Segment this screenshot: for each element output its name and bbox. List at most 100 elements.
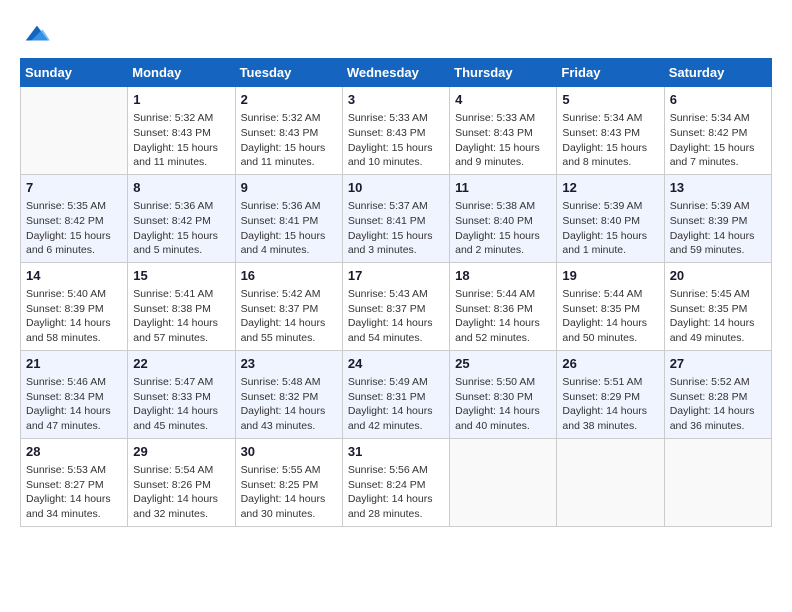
- calendar-cell: 28Sunrise: 5:53 AM Sunset: 8:27 PM Dayli…: [21, 438, 128, 526]
- calendar-cell: 17 Sunrise: 5:43 AM Sunset: 8:37 PM Dayli…: [342, 262, 449, 350]
- calendar-header-row: SundayMondayTuesdayWednesdayThursdayFrid…: [21, 59, 772, 87]
- day-number: 12: [562, 179, 658, 197]
- calendar-cell: 8 Sunrise: 5:36 AM Sunset: 8:42 PM Daylig…: [128, 174, 235, 262]
- calendar-week-row: 7 Sunrise: 5:35 AM Sunset: 8:42 PM Daylig…: [21, 174, 772, 262]
- calendar-week-row: 14 Sunrise: 5:40 AM Sunset: 8:39 PM Dayli…: [21, 262, 772, 350]
- day-info: Sunrise: 5:45 AM Sunset: 8:35 PM Dayligh…: [670, 287, 766, 346]
- logo: [20, 20, 50, 48]
- day-info: Sunrise: 5:52 AM Sunset: 8:28 PM Dayligh…: [670, 375, 766, 434]
- calendar-cell: 13 Sunrise: 5:39 AM Sunset: 8:39 PM Dayli…: [664, 174, 771, 262]
- calendar-cell: 9Sunrise: 5:36 AM Sunset: 8:41 PM Daylig…: [235, 174, 342, 262]
- day-number: 20: [670, 267, 766, 285]
- day-of-week-header: Sunday: [21, 59, 128, 87]
- day-info: Sunrise: 5:49 AM Sunset: 8:31 PM Dayligh…: [348, 375, 444, 434]
- day-number: 10: [348, 179, 444, 197]
- day-info: Sunrise: 5:34 AM Sunset: 8:43 PM Dayligh…: [562, 111, 658, 170]
- calendar-cell: 12 Sunrise: 5:39 AM Sunset: 8:40 PM Dayli…: [557, 174, 664, 262]
- day-info: Sunrise: 5:56 AM Sunset: 8:24 PM Dayligh…: [348, 463, 444, 522]
- calendar-cell: 30 Sunrise: 5:55 AM Sunset: 8:25 PM Dayli…: [235, 438, 342, 526]
- day-of-week-header: Saturday: [664, 59, 771, 87]
- day-number: 26: [562, 355, 658, 373]
- day-number: 22: [133, 355, 229, 373]
- day-number: 5: [562, 91, 658, 109]
- day-number: 19: [562, 267, 658, 285]
- day-number: 16: [241, 267, 337, 285]
- day-info: Sunrise: 5:42 AM Sunset: 8:37 PM Dayligh…: [241, 287, 337, 346]
- calendar-cell: 3 Sunrise: 5:33 AM Sunset: 8:43 PM Daylig…: [342, 87, 449, 175]
- day-info: Sunrise: 5:36 AM Sunset: 8:42 PM Dayligh…: [133, 199, 229, 258]
- calendar-week-row: 21 Sunrise: 5:46 AM Sunset: 8:34 PM Dayli…: [21, 350, 772, 438]
- day-of-week-header: Friday: [557, 59, 664, 87]
- calendar-cell: 25 Sunrise: 5:50 AM Sunset: 8:30 PM Dayli…: [450, 350, 557, 438]
- day-info: Sunrise: 5:51 AM Sunset: 8:29 PM Dayligh…: [562, 375, 658, 434]
- day-info: Sunrise: 5:50 AM Sunset: 8:30 PM Dayligh…: [455, 375, 551, 434]
- day-number: 25: [455, 355, 551, 373]
- day-info: Sunrise: 5:35 AM Sunset: 8:42 PM Dayligh…: [26, 199, 122, 258]
- day-number: 1: [133, 91, 229, 109]
- day-number: 9: [241, 179, 337, 197]
- calendar-week-row: 1 Sunrise: 5:32 AM Sunset: 8:43 PM Daylig…: [21, 87, 772, 175]
- day-number: 3: [348, 91, 444, 109]
- day-number: 7: [26, 179, 122, 197]
- day-number: 24: [348, 355, 444, 373]
- calendar-cell: 14 Sunrise: 5:40 AM Sunset: 8:39 PM Dayli…: [21, 262, 128, 350]
- day-info: Sunrise: 5:43 AM Sunset: 8:37 PM Dayligh…: [348, 287, 444, 346]
- day-info: Sunrise: 5:44 AM Sunset: 8:35 PM Dayligh…: [562, 287, 658, 346]
- calendar-cell: 21 Sunrise: 5:46 AM Sunset: 8:34 PM Dayli…: [21, 350, 128, 438]
- logo-icon: [22, 20, 50, 48]
- calendar-cell: 4 Sunrise: 5:33 AM Sunset: 8:43 PM Daylig…: [450, 87, 557, 175]
- day-info: Sunrise: 5:39 AM Sunset: 8:39 PM Dayligh…: [670, 199, 766, 258]
- day-number: 21: [26, 355, 122, 373]
- day-info: Sunrise: 5:48 AM Sunset: 8:32 PM Dayligh…: [241, 375, 337, 434]
- calendar-cell: 7 Sunrise: 5:35 AM Sunset: 8:42 PM Daylig…: [21, 174, 128, 262]
- day-number: 30: [241, 443, 337, 461]
- calendar-cell: 2 Sunrise: 5:32 AM Sunset: 8:43 PM Daylig…: [235, 87, 342, 175]
- day-info: Sunrise: 5:46 AM Sunset: 8:34 PM Dayligh…: [26, 375, 122, 434]
- day-number: 13: [670, 179, 766, 197]
- calendar-cell: [21, 87, 128, 175]
- day-of-week-header: Thursday: [450, 59, 557, 87]
- calendar-cell: [450, 438, 557, 526]
- day-of-week-header: Wednesday: [342, 59, 449, 87]
- calendar-cell: 11 Sunrise: 5:38 AM Sunset: 8:40 PM Dayli…: [450, 174, 557, 262]
- day-info: Sunrise: 5:34 AM Sunset: 8:42 PM Dayligh…: [670, 111, 766, 170]
- day-number: 23: [241, 355, 337, 373]
- day-number: 6: [670, 91, 766, 109]
- calendar-cell: 31 Sunrise: 5:56 AM Sunset: 8:24 PM Dayli…: [342, 438, 449, 526]
- calendar-cell: 20 Sunrise: 5:45 AM Sunset: 8:35 PM Dayli…: [664, 262, 771, 350]
- calendar-cell: 26 Sunrise: 5:51 AM Sunset: 8:29 PM Dayli…: [557, 350, 664, 438]
- calendar-cell: 15 Sunrise: 5:41 AM Sunset: 8:38 PM Dayli…: [128, 262, 235, 350]
- day-number: 31: [348, 443, 444, 461]
- day-number: 15: [133, 267, 229, 285]
- day-info: Sunrise: 5:47 AM Sunset: 8:33 PM Dayligh…: [133, 375, 229, 434]
- day-number: 17: [348, 267, 444, 285]
- calendar-cell: [664, 438, 771, 526]
- calendar-cell: 5 Sunrise: 5:34 AM Sunset: 8:43 PM Daylig…: [557, 87, 664, 175]
- day-info: Sunrise: 5:38 AM Sunset: 8:40 PM Dayligh…: [455, 199, 551, 258]
- calendar-cell: 24 Sunrise: 5:49 AM Sunset: 8:31 PM Dayli…: [342, 350, 449, 438]
- day-number: 2: [241, 91, 337, 109]
- day-number: 4: [455, 91, 551, 109]
- day-of-week-header: Monday: [128, 59, 235, 87]
- day-info: Sunrise: 5:32 AM Sunset: 8:43 PM Dayligh…: [133, 111, 229, 170]
- day-number: 29: [133, 443, 229, 461]
- day-info: Sunrise: 5:32 AM Sunset: 8:43 PM Dayligh…: [241, 111, 337, 170]
- calendar-cell: 16 Sunrise: 5:42 AM Sunset: 8:37 PM Dayli…: [235, 262, 342, 350]
- day-info: Sunrise: 5:37 AM Sunset: 8:41 PM Dayligh…: [348, 199, 444, 258]
- day-info: Sunrise: 5:41 AM Sunset: 8:38 PM Dayligh…: [133, 287, 229, 346]
- day-info: Sunrise: 5:33 AM Sunset: 8:43 PM Dayligh…: [348, 111, 444, 170]
- day-info: Sunrise: 5:39 AM Sunset: 8:40 PM Dayligh…: [562, 199, 658, 258]
- calendar-cell: 18Sunrise: 5:44 AM Sunset: 8:36 PM Dayli…: [450, 262, 557, 350]
- day-info: Sunrise: 5:54 AM Sunset: 8:26 PM Dayligh…: [133, 463, 229, 522]
- day-info: Sunrise: 5:40 AM Sunset: 8:39 PM Dayligh…: [26, 287, 122, 346]
- day-of-week-header: Tuesday: [235, 59, 342, 87]
- day-number: 11: [455, 179, 551, 197]
- day-info: Sunrise: 5:55 AM Sunset: 8:25 PM Dayligh…: [241, 463, 337, 522]
- day-info: Sunrise: 5:33 AM Sunset: 8:43 PM Dayligh…: [455, 111, 551, 170]
- calendar-cell: 6 Sunrise: 5:34 AM Sunset: 8:42 PM Daylig…: [664, 87, 771, 175]
- day-number: 28: [26, 443, 122, 461]
- calendar-table: SundayMondayTuesdayWednesdayThursdayFrid…: [20, 58, 772, 527]
- day-number: 8: [133, 179, 229, 197]
- day-number: 27: [670, 355, 766, 373]
- day-number: 14: [26, 267, 122, 285]
